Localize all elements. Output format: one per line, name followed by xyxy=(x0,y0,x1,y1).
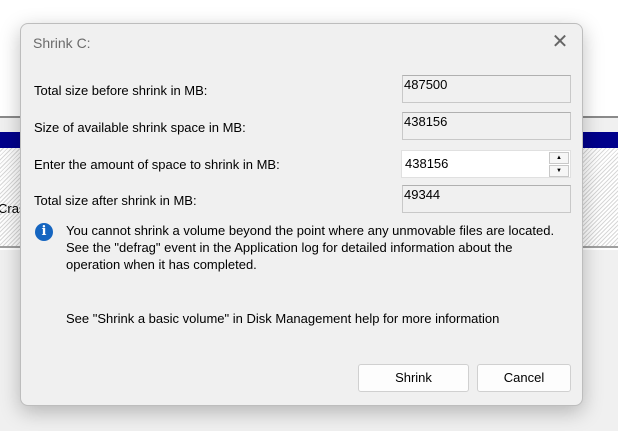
total-after-label: Total size after shrink in MB: xyxy=(34,193,197,208)
spin-up-icon[interactable]: ▲ xyxy=(549,152,569,164)
total-after-field: 49344 xyxy=(402,185,571,213)
available-space-label: Size of available shrink space in MB: xyxy=(34,120,246,135)
shrink-dialog: Shrink C: ✕ Total size before shrink in … xyxy=(20,23,583,406)
shrink-amount-input[interactable]: 438156 xyxy=(405,156,448,171)
total-before-label: Total size before shrink in MB: xyxy=(34,83,208,98)
info-line-1: You cannot shrink a volume beyond the po… xyxy=(66,223,555,238)
cancel-button[interactable]: Cancel xyxy=(477,364,571,392)
available-space-field: 438156 xyxy=(402,112,571,140)
shrink-amount-label: Enter the amount of space to shrink in M… xyxy=(34,157,280,172)
shrink-button[interactable]: Shrink xyxy=(358,364,469,392)
total-before-field: 487500 xyxy=(402,75,571,103)
spin-down-icon[interactable]: ▼ xyxy=(549,165,569,177)
close-icon[interactable]: ✕ xyxy=(546,30,574,54)
info-icon: i xyxy=(35,223,53,241)
dialog-title: Shrink C: xyxy=(33,35,91,51)
info-line-2: See the "defrag" event in the Applicatio… xyxy=(66,240,513,255)
info-line-3: operation when it has completed. xyxy=(66,257,257,272)
shrink-amount-stepper[interactable]: 438156 ▲ ▼ xyxy=(401,150,571,178)
help-text: See "Shrink a basic volume" in Disk Mana… xyxy=(66,311,500,326)
